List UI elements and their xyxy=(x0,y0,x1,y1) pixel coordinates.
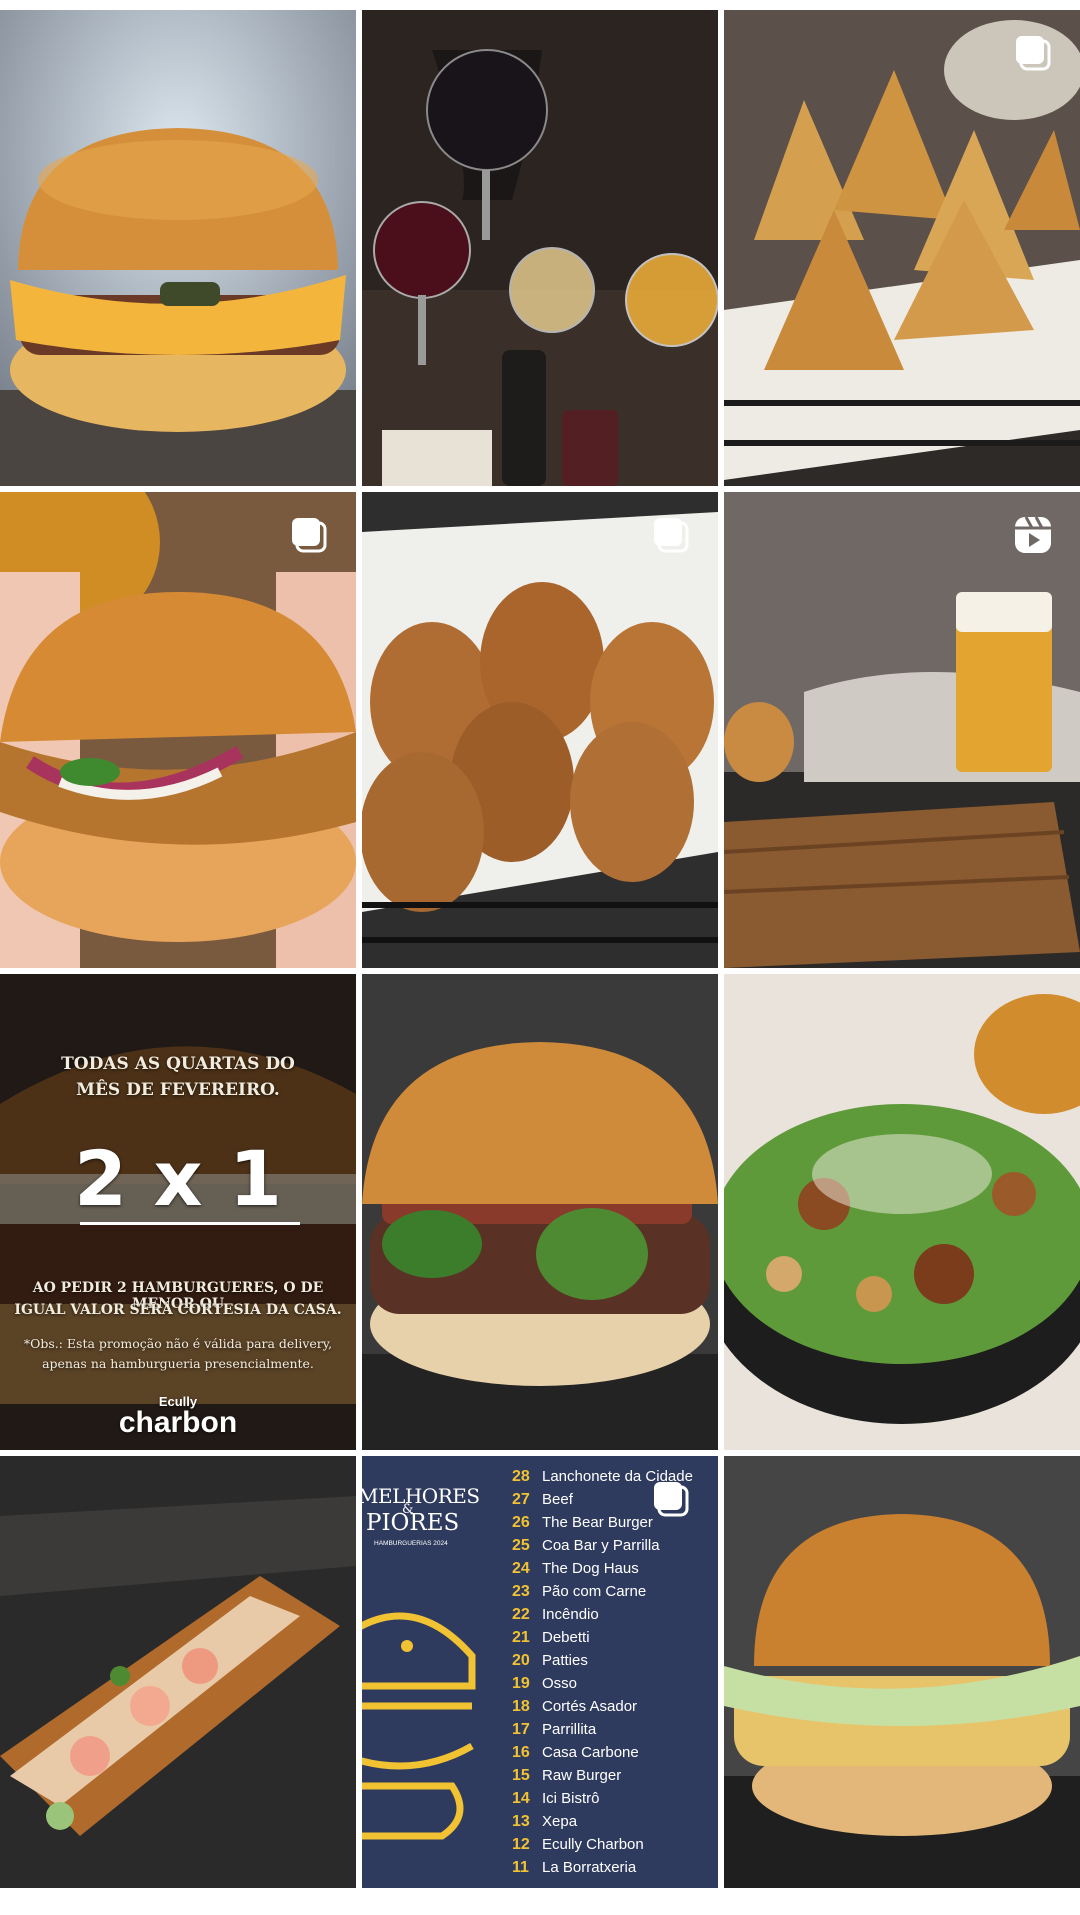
post-tile-lettuce-burger[interactable] xyxy=(724,1456,1080,1888)
ranking-item: 20 Patties xyxy=(512,1652,588,1674)
ranking-item-number: 18 xyxy=(512,1698,530,1715)
ranking-item-name: Patties xyxy=(542,1652,588,1669)
ranking-item-number: 21 xyxy=(512,1629,530,1646)
ranking-item-name: Pão com Carne xyxy=(542,1583,647,1600)
ranking-subtitle: HAMBURGUERIAS 2024 xyxy=(374,1540,448,1547)
promo-obs-1: *Obs.: Esta promoção não é válida para d… xyxy=(23,1336,333,1351)
ranking-item: 23 Pão com Carne xyxy=(512,1583,646,1605)
ranking-item-name: Xepa xyxy=(542,1813,578,1830)
post-tile-cheeseburger[interactable] xyxy=(0,10,356,486)
promo-obs-2: apenas na hamburgueria presencialmente. xyxy=(42,1356,314,1371)
post-tile-shrimp-roll[interactable] xyxy=(0,1456,356,1888)
ranking-item-name: Incêndio xyxy=(542,1606,599,1623)
post-tile-promo-2x1[interactable]: TODAS AS QUARTAS DO MÊS DE FEVEREIRO. 2 … xyxy=(0,974,356,1450)
ranking-item-name: The Dog Haus xyxy=(542,1560,639,1577)
drinks-photo xyxy=(362,10,718,486)
post-tile-basil-burger[interactable] xyxy=(362,974,718,1450)
post-grid: TODAS AS QUARTAS DO MÊS DE FEVEREIRO. 2 … xyxy=(0,0,1080,1915)
reels-icon xyxy=(1015,516,1051,553)
post-tile-caesar-salad[interactable] xyxy=(724,974,1080,1450)
ranking-item: 24 The Dog Haus xyxy=(512,1560,639,1582)
carousel-icon xyxy=(654,1482,689,1517)
lettuce-burger-photo xyxy=(724,1456,1080,1888)
ranking-item: 16 Casa Carbone xyxy=(512,1744,639,1766)
ranking-item: 25 Coa Bar y Parrilla xyxy=(512,1537,660,1559)
beer-photo xyxy=(724,492,1080,968)
ranking-item-number: 14 xyxy=(512,1790,530,1807)
post-tile-chicken-sandwich[interactable] xyxy=(0,492,356,968)
ranking-item-name: Osso xyxy=(542,1675,578,1692)
post-tile-coxinhas[interactable] xyxy=(724,10,1080,486)
ranking-title-2: PIORES xyxy=(366,1510,460,1536)
ranking-item: 12 Ecully Charbon xyxy=(512,1836,644,1858)
ranking-item: 15 Raw Burger xyxy=(512,1767,621,1789)
ranking-item-name: Casa Carbone xyxy=(542,1744,639,1761)
post-tile-beer[interactable] xyxy=(724,492,1080,968)
promo-offer: 2 x 1 xyxy=(74,1134,282,1223)
post-tile-drinks[interactable] xyxy=(362,10,718,486)
promo-description-2: IGUAL VALOR SERÁ CORTESIA DA CASA. xyxy=(14,1302,342,1318)
post-tile-burger-ranking[interactable]: MELHORES & PIORES HAMBURGUERIAS 2024 28 L… xyxy=(362,1456,718,1888)
promo-offer-underline xyxy=(80,1222,300,1225)
ranking-item: 27 Beef xyxy=(512,1491,573,1513)
chicken-sandwich-photo xyxy=(0,492,356,968)
ranking-item-number: 20 xyxy=(512,1652,530,1669)
ranking-item-number: 11 xyxy=(512,1859,529,1876)
ranking-item: 11 La Borratxeria xyxy=(512,1859,636,1881)
promo-line-1: TODAS AS QUARTAS DO xyxy=(61,1054,295,1074)
ranking-item-number: 26 xyxy=(512,1514,530,1531)
ranking-item-number: 24 xyxy=(512,1560,530,1577)
ranking-item: 18 Cortés Asador xyxy=(512,1698,637,1720)
ranking-item-name: Debetti xyxy=(542,1629,590,1646)
ranking-item: 17 Parrillita xyxy=(512,1721,596,1743)
ranking-item-number: 22 xyxy=(512,1606,530,1623)
shrimp-roll-photo xyxy=(0,1456,356,1888)
ranking-item-name: Coa Bar y Parrilla xyxy=(542,1537,660,1554)
promo-line-2: MÊS DE FEVEREIRO. xyxy=(76,1080,280,1100)
ranking-item: 26 The Bear Burger xyxy=(512,1514,653,1536)
carousel-icon xyxy=(1016,36,1051,71)
ranking-item-name: Raw Burger xyxy=(542,1767,622,1784)
ranking-item-number: 28 xyxy=(512,1468,530,1485)
promo-brand-logo: charbon xyxy=(118,1406,238,1439)
ranking-item-number: 13 xyxy=(512,1813,530,1830)
ranking-item: 19 Osso xyxy=(512,1675,577,1697)
ranking-item-name: Parrillita xyxy=(542,1721,597,1738)
ranking-item-name: Ecully Charbon xyxy=(542,1836,644,1853)
ranking-item-name: The Bear Burger xyxy=(542,1514,653,1531)
carousel-icon xyxy=(292,518,327,553)
ranking-item-number: 12 xyxy=(512,1836,530,1853)
ranking-item-name: Beef xyxy=(542,1491,573,1508)
ranking-item: 22 Incêndio xyxy=(512,1606,599,1628)
ranking-title-1: MELHORES xyxy=(362,1484,480,1508)
carousel-icon xyxy=(654,518,689,553)
ranking-item-number: 27 xyxy=(512,1491,530,1508)
ranking-item: 21 Debetti xyxy=(512,1629,590,1651)
ranking-item-number: 17 xyxy=(512,1721,530,1738)
ranking-item-number: 23 xyxy=(512,1583,530,1600)
ranking-item-number: 25 xyxy=(512,1537,530,1554)
caesar-salad-photo xyxy=(724,974,1080,1450)
ranking-item-number: 15 xyxy=(512,1767,530,1784)
basil-burger-photo xyxy=(362,974,718,1450)
ranking-item: 14 Ici Bistrô xyxy=(512,1790,600,1812)
ranking-item-name: La Borratxeria xyxy=(542,1859,637,1876)
ranking-item-number: 16 xyxy=(512,1744,530,1761)
coxinhas-photo xyxy=(724,10,1080,486)
ranking-item-name: Cortés Asador xyxy=(542,1698,638,1715)
cheeseburger-photo xyxy=(0,10,356,486)
ranking-item-name: Ici Bistrô xyxy=(542,1790,600,1807)
madeleines-photo xyxy=(362,492,718,968)
post-tile-madeleines[interactable] xyxy=(362,492,718,968)
ranking-item: 13 Xepa xyxy=(512,1813,577,1835)
ranking-item-number: 19 xyxy=(512,1675,530,1692)
